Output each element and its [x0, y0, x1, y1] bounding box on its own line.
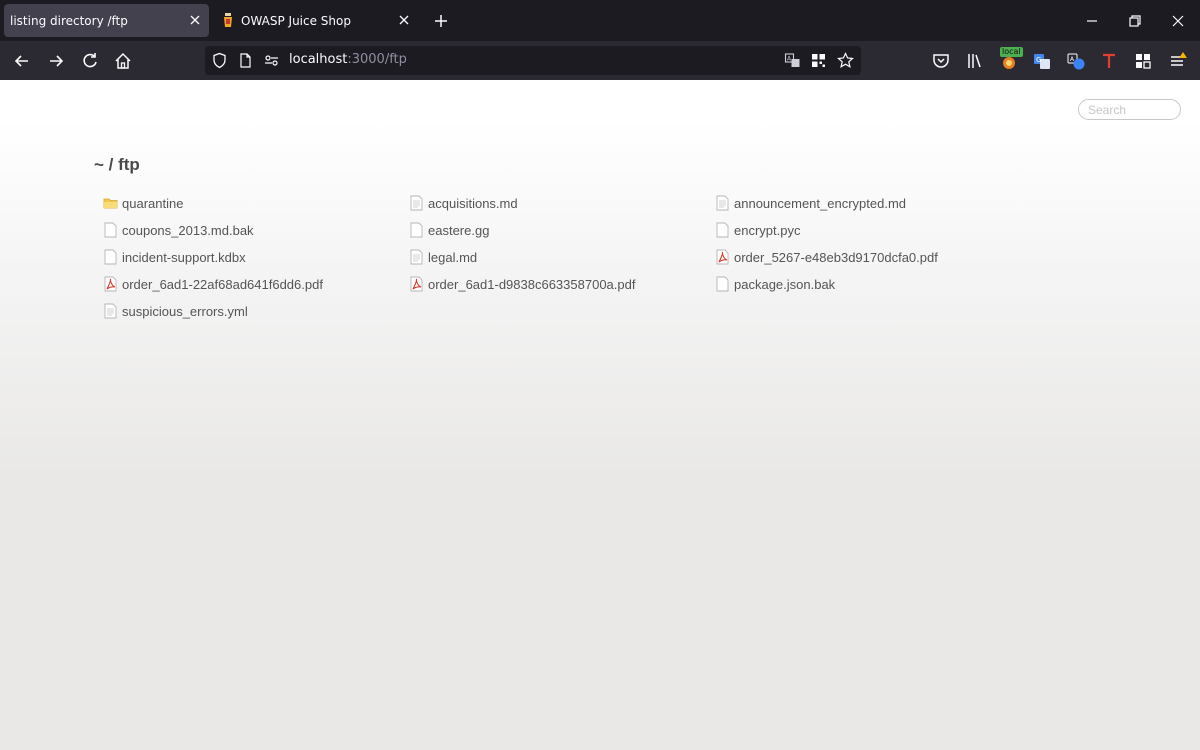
file-item-order-5267[interactable]: order_5267-e48eb3d9170dcfa0.pdf: [715, 247, 938, 267]
file-name: legal.md: [428, 249, 478, 265]
restore-icon[interactable]: [1126, 12, 1144, 30]
search-input[interactable]: [1078, 99, 1181, 120]
permissions-icon[interactable]: [263, 52, 280, 69]
url-path: :3000/ftp: [347, 52, 407, 67]
folder-icon: [103, 198, 118, 209]
menu-hamburger-icon[interactable]: [1168, 51, 1188, 71]
tab-title: listing directory /ftp: [10, 13, 128, 28]
pdf-file-icon: [716, 249, 729, 265]
t-extension-icon[interactable]: [1099, 51, 1119, 71]
svg-text:G: G: [1036, 56, 1041, 64]
blank-file-icon: [104, 249, 117, 265]
text-file-icon: [104, 303, 117, 319]
new-tab-plus-icon[interactable]: [432, 12, 450, 30]
file-item-announcement-encrypted[interactable]: announcement_encrypted.md: [715, 193, 906, 213]
google-translate-icon[interactable]: G: [1032, 51, 1052, 71]
file-name: encrypt.pyc: [734, 222, 801, 238]
file-item-coupons[interactable]: coupons_2013.md.bak: [103, 220, 254, 240]
library-icon[interactable]: [965, 51, 985, 71]
bookmark-star-icon[interactable]: [837, 52, 854, 69]
file-name: quarantine: [122, 195, 184, 211]
pocket-icon[interactable]: [931, 51, 951, 71]
extensions-puzzle-icon[interactable]: [1133, 51, 1153, 71]
qr-code-icon[interactable]: [810, 52, 827, 69]
minimize-icon[interactable]: [1083, 12, 1101, 30]
blank-file-icon: [104, 222, 117, 238]
navigation-toolbar: localhost:3000/ftp A local G A: [0, 41, 1200, 80]
tab-title: OWASP Juice Shop: [241, 13, 351, 28]
url-host: localhost: [289, 52, 348, 67]
file-name: eastere.gg: [428, 222, 490, 238]
file-item-incident-support[interactable]: incident-support.kdbx: [103, 247, 246, 267]
text-file-icon: [410, 249, 423, 265]
file-item-legal[interactable]: legal.md: [409, 247, 477, 267]
close-icon[interactable]: [396, 12, 412, 28]
blank-file-icon: [410, 222, 423, 238]
extension-badge: local: [1000, 47, 1023, 57]
file-item-eastere[interactable]: eastere.gg: [409, 220, 489, 240]
file-name: order_6ad1-d9838c663358700a.pdf: [428, 276, 636, 292]
blank-file-icon: [716, 276, 729, 292]
file-item-order-6ad1-22af[interactable]: order_6ad1-22af68ad641f6dd6.pdf: [103, 274, 323, 294]
juice-shop-favicon-icon: [224, 13, 232, 27]
file-name: coupons_2013.md.bak: [122, 222, 254, 238]
file-item-encrypt-pyc[interactable]: encrypt.pyc: [715, 220, 800, 240]
file-name: announcement_encrypted.md: [734, 195, 907, 211]
pdf-file-icon: [104, 276, 117, 292]
blank-file-icon: [716, 222, 729, 238]
forward-arrow-icon[interactable]: [46, 51, 66, 71]
page-content: ~ / ftp quarantine acquisitions.md annou…: [0, 80, 1200, 750]
file-name: package.json.bak: [734, 276, 836, 292]
url-text[interactable]: localhost:3000/ftp: [289, 52, 407, 67]
address-bar[interactable]: localhost:3000/ftp A: [205, 46, 861, 75]
file-item-package-json-bak[interactable]: package.json.bak: [715, 274, 835, 294]
file-name: order_6ad1-22af68ad641f6dd6.pdf: [122, 276, 323, 292]
translate-icon[interactable]: A: [784, 52, 801, 69]
tab-listing-directory[interactable]: listing directory /ftp: [4, 4, 209, 37]
back-arrow-icon[interactable]: [12, 51, 32, 71]
file-name: order_5267-e48eb3d9170dcfa0.pdf: [734, 249, 938, 265]
translator-extension-icon[interactable]: A: [1066, 51, 1086, 71]
file-item-quarantine[interactable]: quarantine: [103, 193, 183, 213]
file-item-acquisitions[interactable]: acquisitions.md: [409, 193, 518, 213]
close-window-icon[interactable]: [1169, 12, 1187, 30]
file-name: incident-support.kdbx: [122, 249, 246, 265]
file-item-order-6ad1-d983[interactable]: order_6ad1-d9838c663358700a.pdf: [409, 274, 635, 294]
file-name: suspicious_errors.yml: [122, 303, 248, 319]
tab-owasp-juice-shop[interactable]: OWASP Juice Shop: [213, 4, 418, 37]
text-file-icon: [410, 195, 423, 211]
close-icon[interactable]: [187, 12, 203, 28]
home-icon[interactable]: [113, 51, 133, 71]
page-info-icon[interactable]: [237, 52, 254, 69]
file-item-suspicious-errors[interactable]: suspicious_errors.yml: [103, 301, 248, 321]
breadcrumb: ~ / ftp: [94, 155, 140, 174]
text-file-icon: [716, 195, 729, 211]
file-name: acquisitions.md: [428, 195, 518, 211]
tab-strip: listing directory /ftp OWASP Juice Shop: [0, 0, 1200, 41]
shield-icon[interactable]: [211, 52, 228, 69]
pdf-file-icon: [410, 276, 423, 292]
reload-icon[interactable]: [80, 51, 100, 71]
